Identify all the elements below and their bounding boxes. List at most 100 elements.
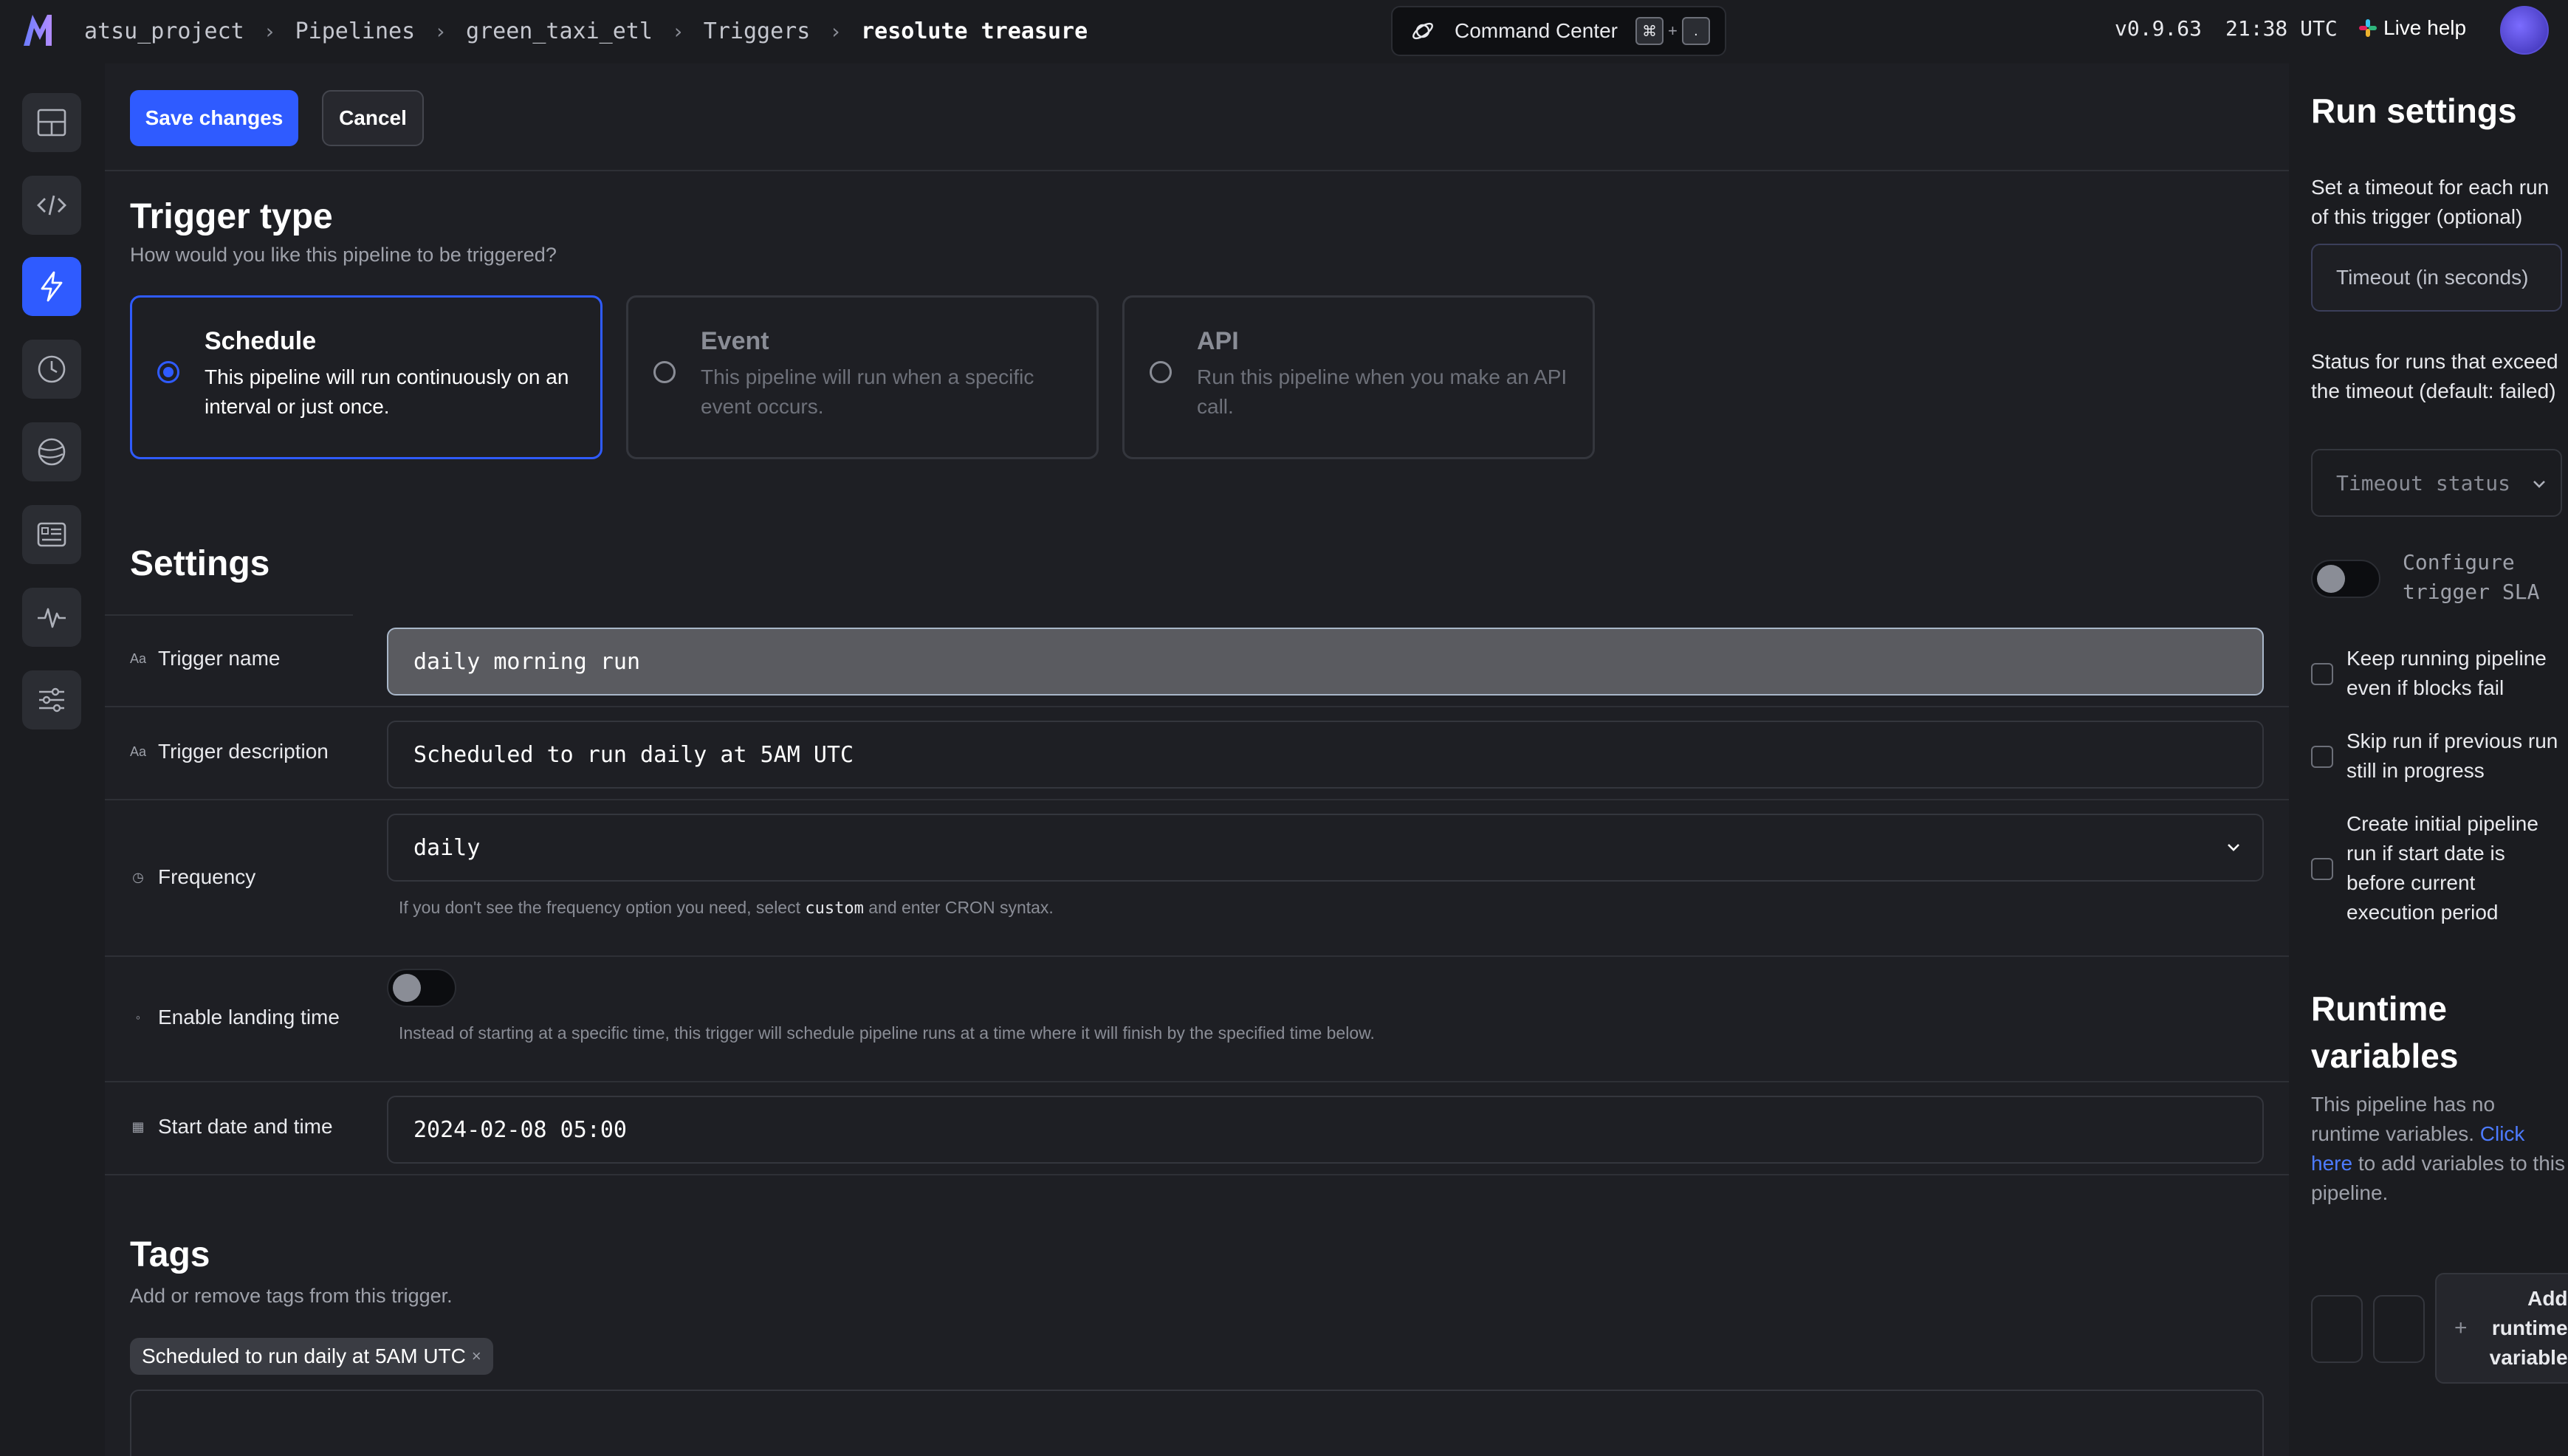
timeout-status-description: Status for runs that exceed the timeout … [2311, 350, 2558, 402]
lightning-icon [41, 271, 63, 302]
divider [105, 955, 2289, 957]
trigger-type-subtitle: How would you like this pipeline to be t… [130, 244, 557, 266]
frequency-select[interactable]: daily [387, 814, 2264, 882]
breadcrumb-pipelines[interactable]: Pipelines [295, 18, 416, 44]
schedule-radio[interactable] [157, 361, 179, 383]
schedule-desc: This pipeline will run continuously on a… [205, 365, 569, 418]
left-sidebar [0, 63, 105, 1456]
landing-time-toggle[interactable] [387, 969, 456, 1007]
variable-value-input[interactable] [2373, 1295, 2425, 1363]
clock-icon [38, 355, 66, 383]
nav-overview[interactable] [22, 93, 81, 152]
plus-icon: + [2454, 1316, 2468, 1340]
nav-triggers[interactable] [22, 257, 81, 316]
breadcrumb-separator-icon: › [263, 18, 276, 44]
command-center-button[interactable]: Command Center ⌘ + . [1391, 6, 1726, 56]
variable-name-input[interactable] [2311, 1295, 2363, 1363]
divider [105, 614, 353, 616]
runtime-variables-heading: Runtime variables [2311, 989, 2459, 1075]
skip-run-checkbox[interactable] [2311, 746, 2333, 768]
nav-backfills[interactable] [22, 422, 81, 481]
add-runtime-variable-button[interactable]: + Add runtime variable [2435, 1273, 2568, 1384]
cancel-button[interactable]: Cancel [322, 90, 424, 146]
tags-subtitle: Add or remove tags from this trigger. [130, 1285, 453, 1307]
save-changes-button[interactable]: Save changes [130, 90, 298, 146]
close-icon[interactable]: × [472, 1347, 481, 1366]
tag-label: Scheduled to run daily at 5AM UTC [142, 1345, 466, 1367]
run-settings-heading: Run settings [2311, 92, 2517, 130]
start-date-input[interactable]: 2024-02-08 05:00 [387, 1096, 2264, 1164]
divider [105, 1174, 2289, 1175]
nav-logs[interactable] [22, 505, 81, 564]
sla-toggle[interactable] [2311, 560, 2380, 598]
breadcrumb-current: resolute treasure [861, 18, 1088, 44]
start-date-label: ▦ Start date and time [130, 1115, 332, 1139]
schedule-title: Schedule [205, 327, 317, 355]
trigger-name-label: Aa Trigger name [130, 647, 281, 670]
landing-time-label: ◦ Enable landing time [130, 1006, 340, 1029]
clock-label: 21:38 UTC [2225, 16, 2338, 41]
divider [105, 1081, 2289, 1082]
layout-icon [37, 109, 66, 137]
text-type-icon: Aa [130, 650, 147, 666]
mage-logo-icon[interactable] [22, 13, 62, 47]
nav-settings[interactable] [22, 670, 81, 729]
live-help-link[interactable]: Live help [2358, 16, 2466, 40]
breadcrumb-separator-icon: › [829, 18, 842, 44]
nav-code[interactable] [22, 176, 81, 235]
tag-chip: Scheduled to run daily at 5AM UTC × [130, 1338, 493, 1375]
clock-icon: ◷ [132, 869, 144, 885]
calendar-icon: ▦ [131, 1119, 145, 1134]
breadcrumb-project[interactable]: atsu_project [84, 18, 244, 44]
timeout-input[interactable]: Timeout (in seconds) [2311, 244, 2562, 312]
breadcrumb: atsu_project › Pipelines › green_taxi_et… [84, 16, 1088, 46]
divider [105, 706, 2289, 707]
document-list-icon [37, 522, 66, 547]
frequency-label: ◷ Frequency [130, 865, 255, 889]
api-radio[interactable] [1150, 361, 1172, 383]
landing-time-hint: Instead of starting at a specific time, … [399, 1023, 1375, 1043]
nav-monitor[interactable] [22, 588, 81, 647]
pulse-icon [38, 608, 66, 628]
sla-label: Configure trigger SLA [2403, 550, 2540, 604]
trigger-option-event[interactable]: Event This pipeline will run when a spec… [626, 295, 1099, 459]
text-type-icon: Aa [130, 744, 147, 759]
period-key: . [1681, 17, 1710, 45]
trigger-type-heading: Trigger type [130, 197, 333, 236]
event-radio[interactable] [653, 361, 676, 383]
live-help-label: Live help [2383, 16, 2467, 39]
api-title: API [1197, 327, 1239, 355]
add-runtime-variable-label: Add runtime variable [2489, 1287, 2568, 1369]
trigger-description-input[interactable]: Scheduled to run daily at 5AM UTC [387, 721, 2264, 789]
code-icon [37, 195, 66, 216]
key-plus: + [1667, 21, 1678, 40]
trigger-option-schedule[interactable]: Schedule This pipeline will run continuo… [130, 295, 602, 459]
chevron-down-icon [2533, 481, 2545, 488]
breadcrumb-pipeline[interactable]: green_taxi_etl [466, 18, 653, 44]
keep-running-checkbox[interactable] [2311, 663, 2333, 685]
command-center-label: Command Center [1455, 19, 1618, 42]
divider [105, 799, 2289, 800]
breadcrumb-triggers[interactable]: Triggers [704, 18, 811, 44]
tags-heading: Tags [130, 1235, 210, 1274]
trigger-name-input[interactable]: daily morning run [387, 628, 2264, 696]
sliders-icon [39, 687, 64, 712]
top-bar: atsu_project › Pipelines › green_taxi_et… [0, 0, 2568, 63]
tag-input[interactable] [130, 1390, 2264, 1456]
event-desc: This pipeline will run when a specific e… [701, 365, 1034, 418]
version-label: v0.9.63 [2115, 16, 2203, 41]
chevron-down-icon [2228, 844, 2239, 851]
toggle-icon: ◦ [135, 1009, 141, 1025]
avatar[interactable] [2500, 6, 2549, 55]
run-settings-panel: Run settings Set a timeout for each run … [2289, 63, 2568, 1456]
divider [105, 170, 2289, 171]
create-initial-run-checkbox[interactable] [2311, 858, 2333, 880]
runtime-variables-description: This pipeline has no runtime variables. … [2311, 1093, 2565, 1204]
keep-running-label: Keep running pipeline even if blocks fai… [2346, 647, 2547, 699]
slack-icon [2359, 19, 2377, 37]
breadcrumb-separator-icon: › [434, 18, 447, 44]
create-initial-run-label: Create initial pipeline run if start dat… [2346, 812, 2538, 924]
nav-runs[interactable] [22, 340, 81, 399]
trigger-option-api[interactable]: API Run this pipeline when you make an A… [1122, 295, 1595, 459]
timeout-status-select[interactable]: Timeout status [2311, 449, 2562, 517]
